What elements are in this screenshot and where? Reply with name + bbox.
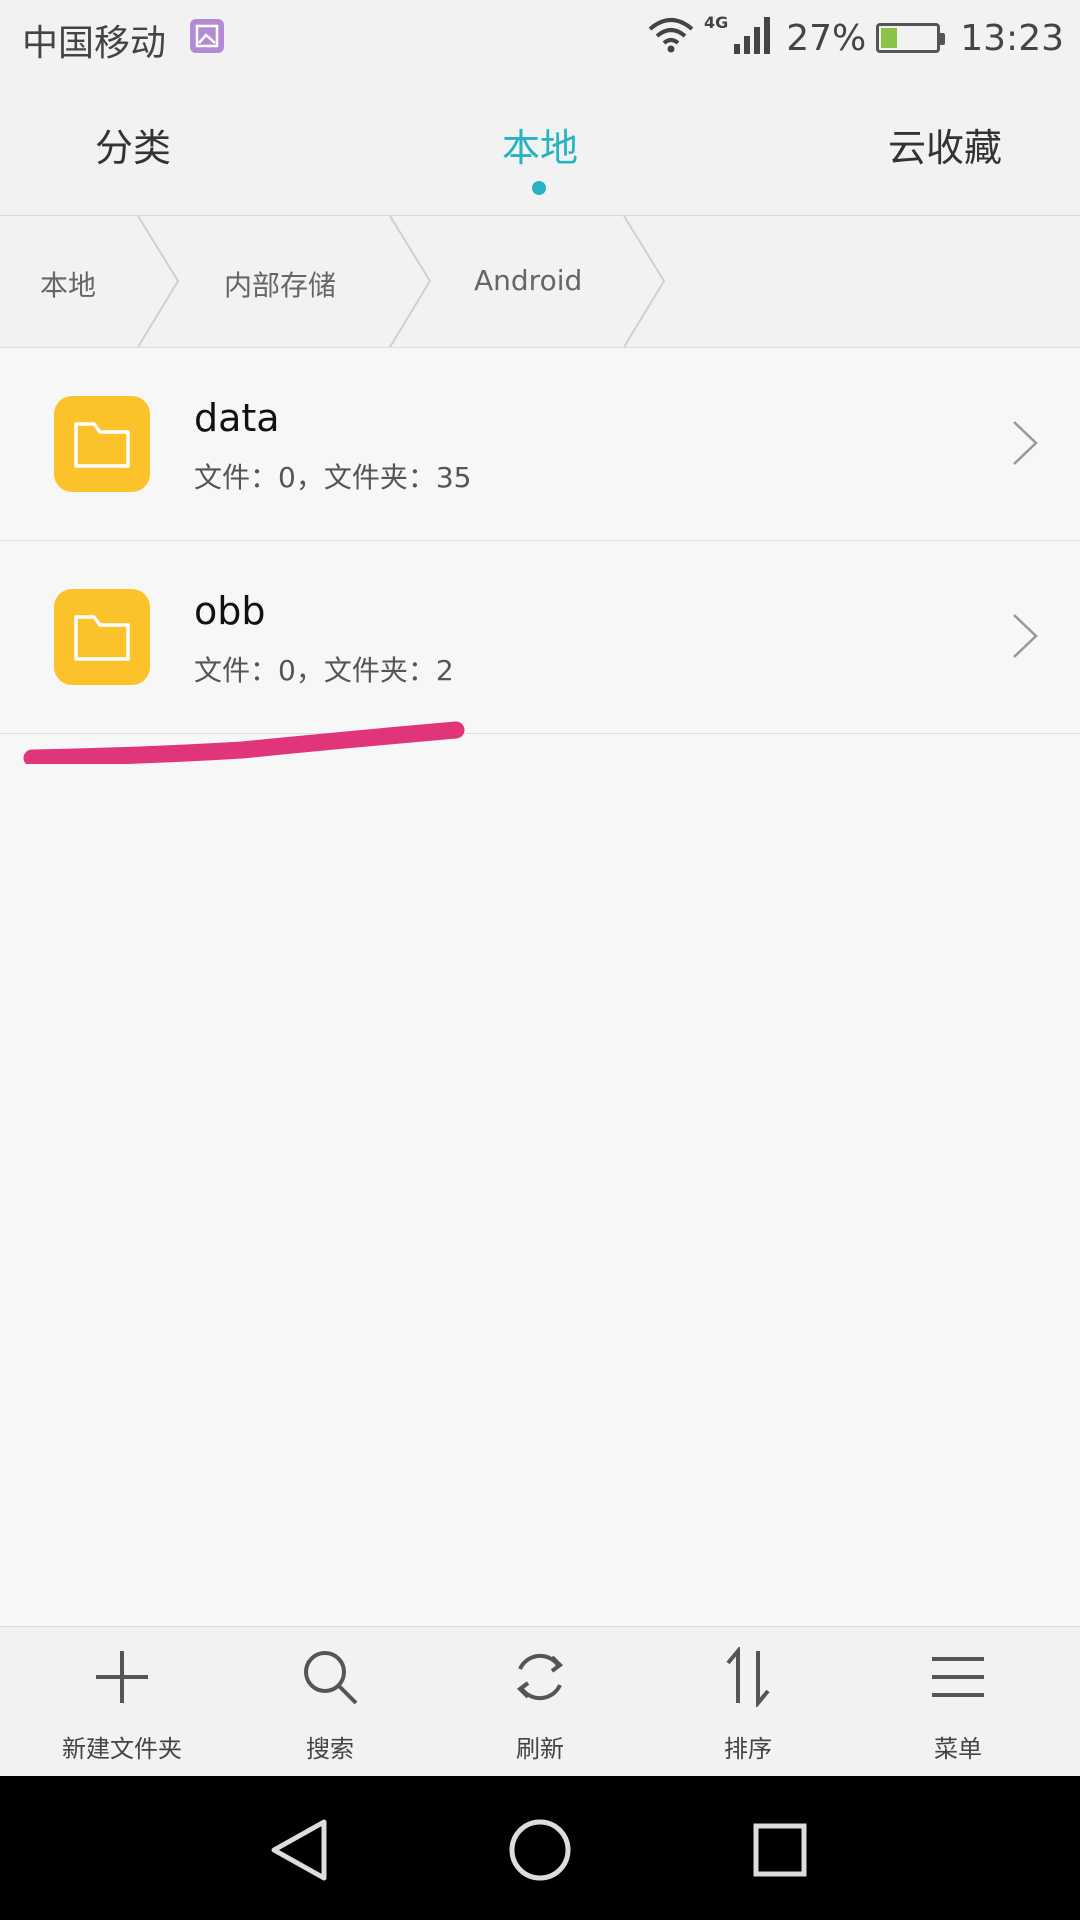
folder-icon [54, 589, 150, 685]
breadcrumb-separator [623, 216, 666, 347]
signal-icon [732, 14, 776, 63]
clock: 13:23 [960, 17, 1064, 59]
chevron-right-icon [1013, 421, 1038, 465]
status-icons: 4G 27% 13:23 [648, 12, 1064, 63]
breadcrumb-separator [389, 216, 432, 347]
back-icon[interactable] [260, 1810, 340, 1890]
folder-icon [54, 396, 150, 492]
recent-apps-icon[interactable] [740, 1810, 820, 1890]
menu-icon [932, 1657, 984, 1697]
gallery-notification-icon [190, 19, 224, 53]
list-item-data[interactable]: data 文件：0，文件夹：35 [0, 348, 1080, 541]
home-icon[interactable] [500, 1810, 580, 1890]
tab-local[interactable]: 本地 [502, 117, 578, 172]
breadcrumb-internal-storage[interactable]: 内部存储 [224, 264, 336, 304]
battery-level [881, 28, 897, 48]
list-item-obb[interactable]: obb 文件：0，文件夹：2 [0, 541, 1080, 734]
folder-name: data [194, 396, 280, 440]
breadcrumb-android[interactable]: Android [474, 264, 582, 297]
folder-meta: 文件：0，文件夹：2 [194, 654, 454, 687]
search-icon [304, 1651, 358, 1705]
plus-icon [96, 1651, 148, 1703]
annotation-underline [23, 721, 465, 764]
new-folder-button[interactable]: 新建文件夹 [14, 1627, 230, 1777]
bottom-toolbar: 新建文件夹 搜索 刷新 排序 菜单 [0, 1626, 1080, 1777]
network-type: 4G [703, 12, 729, 32]
sort-button[interactable]: 排序 [640, 1627, 856, 1777]
new-folder-label: 新建文件夹 [62, 1735, 182, 1763]
battery-charging-icon [876, 23, 946, 53]
sort-label: 排序 [724, 1735, 772, 1763]
tab-cloud-favorites[interactable]: 云收藏 [888, 117, 1002, 172]
system-navigation-bar [0, 1776, 1080, 1920]
status-bar: 中国移动 4G 27% 13:23 [0, 0, 1080, 75]
refresh-button[interactable]: 刷新 [432, 1627, 648, 1777]
breadcrumb-separator [137, 216, 180, 347]
carrier-name: 中国移动 [22, 23, 167, 64]
breadcrumb-local[interactable]: 本地 [40, 264, 96, 304]
breadcrumb: 本地 内部存储 Android [0, 216, 1080, 348]
search-label: 搜索 [306, 1735, 354, 1763]
chevron-right-icon [1013, 614, 1038, 658]
search-button[interactable]: 搜索 [222, 1627, 438, 1777]
folder-list: data 文件：0，文件夹：35 obb 文件：0，文件夹：2 [0, 348, 1080, 734]
wifi-icon [648, 15, 694, 62]
folder-name: obb [194, 589, 266, 633]
menu-label: 菜单 [934, 1735, 982, 1763]
refresh-icon [516, 1653, 564, 1701]
refresh-label: 刷新 [516, 1735, 564, 1763]
tab-category[interactable]: 分类 [95, 117, 171, 172]
folder-meta: 文件：0，文件夹：35 [194, 461, 472, 494]
top-tabs: 分类 本地 云收藏 [0, 75, 1080, 216]
active-tab-indicator [532, 181, 546, 195]
sort-icon [726, 1647, 770, 1707]
battery-percent: 27% [786, 17, 867, 59]
menu-button[interactable]: 菜单 [850, 1627, 1066, 1777]
